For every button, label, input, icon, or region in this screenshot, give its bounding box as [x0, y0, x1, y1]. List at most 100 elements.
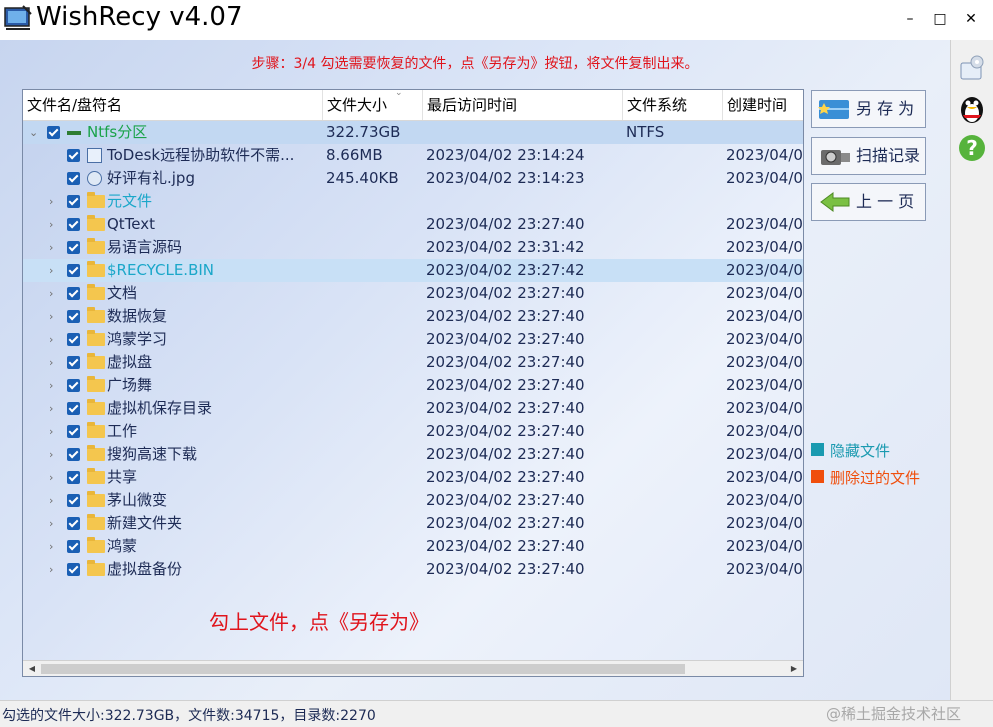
tree-row[interactable]: › 易语言源码 2023/04/02 23:31:42 2023/04/0 — [23, 236, 803, 259]
row-created: 2023/04/0 — [726, 514, 803, 532]
minimize-button[interactable]: – — [897, 8, 923, 30]
column-header-created[interactable]: 创建时间 — [723, 90, 803, 120]
tree-row[interactable]: › 搜狗高速下载 2023/04/02 23:27:40 2023/04/0 — [23, 443, 803, 466]
row-checkbox[interactable] — [67, 264, 80, 277]
row-checkbox[interactable] — [67, 218, 80, 231]
horizontal-scrollbar[interactable]: ◀ ▶ — [23, 660, 803, 676]
tree-row[interactable]: › $RECYCLE.BIN 2023/04/02 23:27:42 2023/04/… — [23, 259, 803, 282]
settings-icon[interactable] — [954, 50, 990, 86]
row-checkbox[interactable] — [67, 425, 80, 438]
column-header-accessed[interactable]: 最后访问时间 — [423, 90, 623, 120]
status-text: 勾选的文件大小:322.73GB，文件数:34715，目录数:2270 — [2, 708, 376, 724]
row-checkbox[interactable] — [67, 241, 80, 254]
scrollbar-thumb[interactable] — [41, 664, 685, 674]
expander-icon[interactable]: › — [49, 443, 53, 466]
row-checkbox[interactable] — [67, 333, 80, 346]
row-accessed: 2023/04/02 23:27:40 — [426, 215, 585, 233]
expander-icon[interactable]: › — [49, 397, 53, 420]
file-tree-list[interactable]: 文件名/盘符名 文件大小 最后访问时间 文件系统 创建时间 ⌄ ⌄ Ntfs分区 3… — [22, 89, 804, 677]
tree-row[interactable]: › 工作 2023/04/02 23:27:40 2023/04/0 — [23, 420, 803, 443]
qq-penguin-icon[interactable] — [954, 90, 990, 126]
tree-row[interactable]: 好评有礼.jpg 245.40KB 2023/04/02 23:14:23 2023/… — [23, 167, 803, 190]
expander-icon[interactable]: › — [49, 374, 53, 397]
expander-icon[interactable]: › — [49, 351, 53, 374]
folder-icon — [87, 560, 105, 576]
row-name: 易语言源码 — [107, 238, 183, 256]
scan-records-button[interactable]: 扫描记录 — [811, 137, 926, 175]
row-accessed: 2023/04/02 23:27:40 — [426, 491, 585, 509]
row-checkbox[interactable] — [67, 310, 80, 323]
row-checkbox[interactable] — [67, 517, 80, 530]
row-checkbox[interactable] — [67, 149, 80, 162]
tree-row[interactable]: › 茅山微变 2023/04/02 23:27:40 2023/04/0 — [23, 489, 803, 512]
row-checkbox[interactable] — [67, 448, 80, 461]
row-name: 虚拟机保存目录 — [107, 399, 213, 417]
scroll-right-arrow-icon[interactable]: ▶ — [787, 663, 801, 675]
column-header-filesystem[interactable]: 文件系统 — [623, 90, 723, 120]
folder-icon — [87, 537, 105, 553]
tree-row[interactable]: › 虚拟盘备份 2023/04/02 23:27:40 2023/04/0 — [23, 558, 803, 581]
row-checkbox[interactable] — [67, 356, 80, 369]
close-button[interactable]: ✕ — [958, 8, 984, 30]
row-name: 茅山微变 — [107, 491, 168, 509]
tree-row[interactable]: › 广场舞 2023/04/02 23:27:40 2023/04/0 — [23, 374, 803, 397]
folder-icon — [87, 353, 105, 369]
tree-row[interactable]: › 数据恢复 2023/04/02 23:27:40 2023/04/0 — [23, 305, 803, 328]
folder-icon — [87, 422, 105, 438]
tree-row[interactable]: › 共享 2023/04/02 23:27:40 2023/04/0 — [23, 466, 803, 489]
tree-row[interactable]: › QtText 2023/04/02 23:27:40 2023/04/0 — [23, 213, 803, 236]
row-name: 鸿蒙学习 — [107, 330, 168, 348]
tree-row[interactable]: › 鸿蒙 2023/04/02 23:27:40 2023/04/0 — [23, 535, 803, 558]
expander-icon[interactable]: › — [49, 236, 53, 259]
expander-icon[interactable]: › — [49, 282, 53, 305]
column-header-name[interactable]: 文件名/盘符名 — [23, 90, 323, 120]
expander-icon[interactable]: › — [49, 535, 53, 558]
previous-page-button[interactable]: 上 一 页 — [811, 183, 926, 221]
expander-icon[interactable]: › — [49, 259, 53, 282]
expander-icon[interactable]: ⌄ — [29, 121, 38, 144]
row-checkbox[interactable] — [67, 563, 80, 576]
column-header-size[interactable]: 文件大小 — [323, 90, 423, 120]
row-size: 8.66MB — [326, 146, 383, 164]
expander-icon[interactable]: › — [49, 305, 53, 328]
tree-row[interactable]: › 虚拟盘 2023/04/02 23:27:40 2023/04/0 — [23, 351, 803, 374]
folder-icon — [87, 238, 105, 254]
row-created: 2023/04/0 — [726, 353, 803, 371]
side-toolbar: ? — [950, 40, 993, 700]
row-checkbox[interactable] — [67, 287, 80, 300]
row-checkbox[interactable] — [67, 172, 80, 185]
expander-icon[interactable]: › — [49, 558, 53, 581]
row-checkbox[interactable] — [47, 126, 60, 139]
tree-row[interactable]: › 鸿蒙学习 2023/04/02 23:27:40 2023/04/0 — [23, 328, 803, 351]
tree-row[interactable]: ⌄ Ntfs分区 322.73GB NTFS — [23, 121, 803, 144]
help-icon[interactable]: ? — [954, 130, 990, 166]
row-checkbox[interactable] — [67, 402, 80, 415]
tree-row[interactable]: › 新建文件夹 2023/04/02 23:27:40 2023/04/0 — [23, 512, 803, 535]
row-checkbox[interactable] — [67, 471, 80, 484]
scroll-left-arrow-icon[interactable]: ◀ — [25, 663, 39, 675]
tree-row[interactable]: ToDesk远程协助软件不需... 8.66MB 2023/04/02 23:14:… — [23, 144, 803, 167]
row-checkbox[interactable] — [67, 494, 80, 507]
row-created: 2023/04/0 — [726, 146, 803, 164]
hidden-files-label: 隐藏文件 — [830, 442, 891, 460]
row-accessed: 2023/04/02 23:27:40 — [426, 422, 585, 440]
expander-icon[interactable]: › — [49, 466, 53, 489]
expander-icon[interactable]: › — [49, 328, 53, 351]
tree-row[interactable]: › 文档 2023/04/02 23:27:40 2023/04/0 — [23, 282, 803, 305]
scan-records-label: 扫描记录 — [856, 146, 921, 165]
row-checkbox[interactable] — [67, 379, 80, 392]
save-as-button[interactable]: 另 存 为 — [811, 90, 926, 128]
maximize-button[interactable]: □ — [927, 8, 953, 30]
row-size: 245.40KB — [326, 169, 399, 187]
folder-icon — [87, 399, 105, 415]
row-checkbox[interactable] — [67, 195, 80, 208]
tree-row[interactable]: › 元文件 — [23, 190, 803, 213]
expander-icon[interactable]: › — [49, 512, 53, 535]
expander-icon[interactable]: › — [49, 420, 53, 443]
expander-icon[interactable]: › — [49, 213, 53, 236]
row-accessed: 2023/04/02 23:27:40 — [426, 330, 585, 348]
expander-icon[interactable]: › — [49, 190, 53, 213]
row-checkbox[interactable] — [67, 540, 80, 553]
expander-icon[interactable]: › — [49, 489, 53, 512]
tree-row[interactable]: › 虚拟机保存目录 2023/04/02 23:27:40 2023/04/0 — [23, 397, 803, 420]
